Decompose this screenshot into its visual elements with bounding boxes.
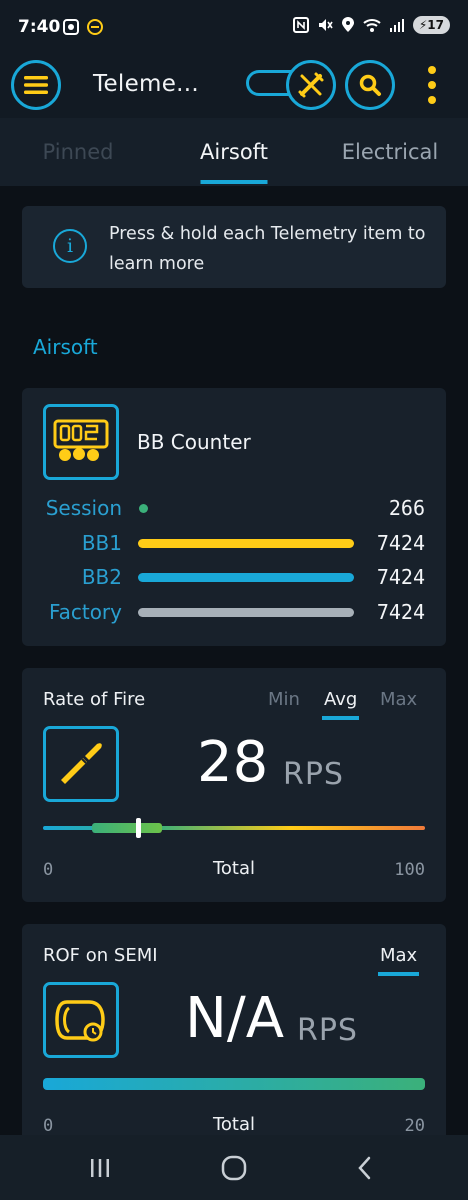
section-title: Airsoft [33,335,98,359]
rof-semi-card[interactable]: ROF on SEMI Max N/A RPS 0 Total 20 [22,924,446,1164]
screenshot-icon [63,19,79,35]
signal-icon [389,19,404,32]
bb-counter-icon [53,419,109,461]
rof-icon-box [43,726,119,802]
nfc-icon [292,17,309,33]
wifi-icon [363,19,381,32]
rof-value: 28 [197,730,269,795]
app-title: Teleme... [93,71,200,97]
status-bar: 7:40 ⚡ 17 [0,0,468,56]
rof-gauge-marker [136,818,141,838]
semi-scale-label: Total [212,1114,256,1135]
factory-label: Factory [48,600,122,624]
semi-unit: RPS [297,1013,358,1048]
bb1-label: BB1 [81,531,122,555]
status-system-icons: ⚡ 17 [292,16,450,34]
hamburger-menu-icon [24,76,48,94]
tab-airsoft[interactable]: Airsoft [156,118,312,186]
rof-scale-max: 100 [394,860,425,880]
bb-counter-card[interactable]: BB Counter Session 266 BB1 7424 BB2 7424… [22,388,446,646]
status-time: 7:40 [18,17,61,37]
semi-fire-icon [55,1000,105,1042]
rof-title: Rate of Fire [43,689,146,710]
semi-title: ROF on SEMI [43,945,158,966]
search-icon [359,74,381,96]
more-vertical-icon[interactable] [420,64,444,106]
info-icon: i [53,229,87,263]
semi-gauge [43,1078,425,1090]
mute-icon [318,19,333,31]
rof-mode-min[interactable]: Min [268,689,300,710]
session-value: 266 [388,496,425,520]
factory-value: 7424 [376,600,425,624]
mode-toggle-button[interactable] [286,60,336,110]
info-banner: i Press & hold each Telemetry item to le… [22,206,446,288]
bb1-value: 7424 [376,531,425,555]
category-tabs: Pinned Airsoft Electrical [0,118,468,186]
recent-apps-icon [91,1159,109,1177]
search-button[interactable] [345,60,395,110]
tab-electrical[interactable]: Electrical [312,118,468,186]
system-nav-bar [0,1135,468,1200]
crossed-tools-icon [298,72,324,98]
factory-bar [138,608,354,617]
session-label: Session [45,496,122,520]
menu-button[interactable] [11,60,61,110]
bb2-label: BB2 [81,565,122,589]
back-icon [358,1156,371,1180]
rof-scale-label: Total [212,858,256,879]
rof-unit: RPS [283,757,344,792]
home-icon [221,1155,247,1181]
bb1-bar [138,539,354,548]
semi-scale-max: 20 [404,1116,425,1136]
bb-counter-title: BB Counter [137,430,251,454]
back-button[interactable] [345,1153,385,1183]
bb2-bar [138,573,354,582]
battery-indicator: ⚡ 17 [412,16,450,34]
status-notification-icons [62,18,104,36]
bullet-icon [61,743,102,784]
bb2-value: 7424 [376,565,425,589]
location-icon [341,17,354,32]
rof-mode-max[interactable]: Max [380,689,417,710]
app-bar: Teleme... [0,56,468,118]
app-notification-icon [87,19,103,35]
info-text: Press & hold each Telemetry item to lear… [109,224,426,274]
battery-level: 17 [427,18,444,32]
session-status-dot [139,504,148,513]
rate-of-fire-card[interactable]: Rate of Fire Min Avg Max 28 RPS 0 Total … [22,668,446,902]
home-button[interactable] [214,1153,254,1183]
bb-counter-icon-box [43,404,119,480]
rof-mode-avg[interactable]: Avg [321,689,360,720]
tab-pinned[interactable]: Pinned [0,118,156,186]
semi-icon-box [43,982,119,1058]
recent-apps-button[interactable] [80,1153,120,1183]
semi-mode-max[interactable]: Max [377,945,420,976]
semi-value: N/A [185,986,285,1051]
battery-bolt-icon: ⚡ [418,18,428,32]
rof-range-band [91,823,162,833]
